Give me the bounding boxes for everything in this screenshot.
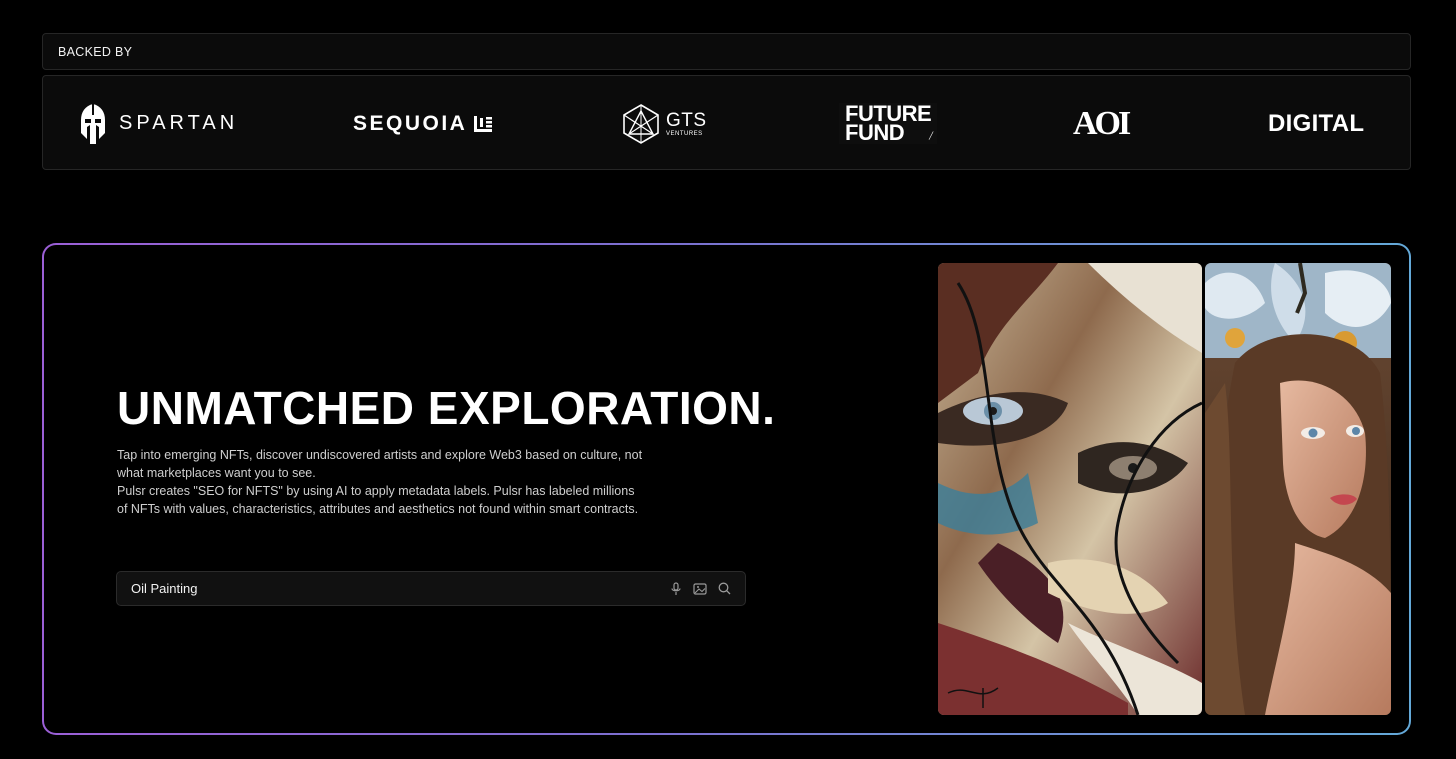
logo-gts-ventures: GTS VENTURES — [620, 76, 707, 171]
image-icon[interactable] — [693, 582, 707, 595]
logo-sequoia: SEQUOIA — [353, 76, 493, 171]
search-input[interactable]: Oil Painting — [116, 571, 746, 606]
logo-sequoia-text: SEQUOIA — [353, 111, 468, 135]
logo-gts-subtext: VENTURES — [666, 130, 703, 137]
hero-title: UNMATCHED EXPLORATION. — [117, 382, 776, 434]
microphone-icon[interactable] — [670, 581, 682, 596]
spartan-helmet-icon — [81, 103, 105, 144]
hero-paragraph-1: Tap into emerging NFTs, discover undisco… — [117, 448, 643, 480]
logo-digital: DIGITAL — [1268, 76, 1364, 171]
hero-description: Tap into emerging NFTs, discover undisco… — [117, 446, 647, 518]
search-icon[interactable] — [718, 582, 731, 595]
artwork-woman-portrait[interactable] — [1205, 263, 1391, 715]
backed-by-label: BACKED BY — [58, 44, 133, 59]
backed-by-header: BACKED BY — [42, 33, 1411, 70]
logo-aoi: AOI — [1073, 76, 1131, 171]
artwork-abstract-face[interactable] — [938, 263, 1202, 715]
future-fund-mark-icon: ╱ — [929, 133, 934, 141]
logo-future-fund: FUTURE FUND ╱ — [839, 76, 938, 171]
gts-geometric-icon — [623, 103, 659, 144]
sequoia-mark-icon — [474, 115, 493, 132]
logo-digital-text: DIGITAL — [1268, 109, 1365, 137]
logo-spartan: SPARTAN — [79, 76, 238, 171]
logo-spartan-text: SPARTAN — [119, 112, 239, 134]
hero-card: UNMATCHED EXPLORATION. Tap into emerging… — [42, 243, 1411, 735]
hero-paragraph-2: Pulsr creates "SEO for NFTS" by using AI… — [117, 484, 639, 516]
backer-logos-strip: SPARTAN SEQUOIA GTS VENTURES FUTURE FUND… — [42, 75, 1411, 170]
logo-aoi-text: AOI — [1073, 104, 1131, 142]
logo-future-line2: FUND — [845, 119, 905, 145]
logo-gts-text: GTS — [666, 109, 707, 131]
search-input-value[interactable]: Oil Painting — [131, 581, 670, 596]
